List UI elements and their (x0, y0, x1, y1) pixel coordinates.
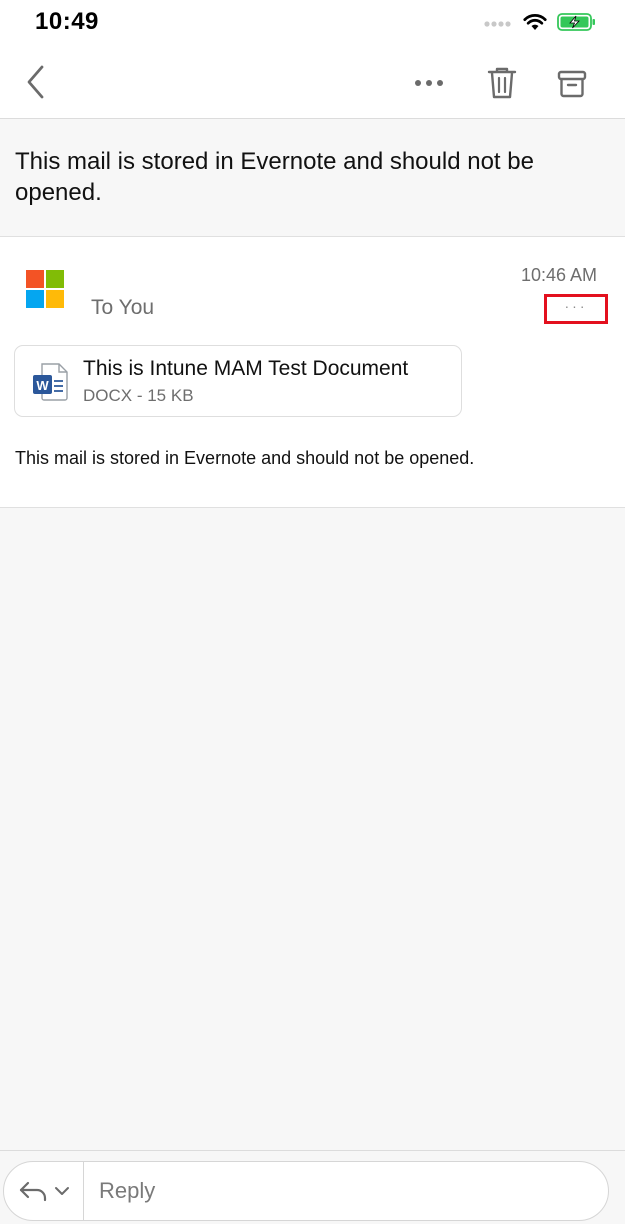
nav-bar (0, 44, 625, 119)
back-chevron-icon (27, 65, 44, 99)
delete-button[interactable] (482, 62, 522, 104)
chevron-down-icon (54, 1187, 69, 1195)
reply-input[interactable]: Reply (99, 1178, 155, 1204)
status-icons (483, 10, 597, 34)
attachment-card[interactable]: W This is Intune MAM Test Document DOCX … (14, 345, 462, 417)
message-time: 10:46 AM (520, 265, 597, 285)
archive-icon (557, 70, 587, 98)
status-bar: 10:49 (0, 0, 625, 44)
more-horizontal-icon (415, 80, 443, 86)
ellipsis-icon: ··· (564, 298, 588, 314)
mail-subject: This mail is stored in Evernote and shou… (15, 148, 534, 206)
message-body: This mail is stored in Evernote and shou… (15, 448, 475, 468)
microsoft-logo (26, 270, 64, 308)
reply-pill: Reply (3, 1161, 609, 1221)
reply-icon (19, 1181, 46, 1202)
back-button[interactable] (18, 62, 52, 102)
status-time: 10:49 (35, 8, 99, 35)
signal-icon (484, 21, 511, 27)
reply-bar: Reply (0, 1150, 625, 1224)
archive-button[interactable] (552, 64, 592, 104)
attachment-meta: DOCX - 15 KB (83, 386, 194, 405)
svg-text:W: W (36, 378, 49, 393)
wifi-icon (523, 14, 547, 30)
more-options-button[interactable] (408, 66, 450, 100)
message-more-button[interactable]: ··· (544, 294, 608, 324)
message-card: To You 10:46 AM W This is Intune MAM Tes… (0, 237, 625, 508)
reply-options-button[interactable] (4, 1162, 84, 1220)
attachment-name: This is Intune MAM Test Document (83, 357, 409, 380)
battery-charging-icon (557, 13, 595, 31)
trash-icon (487, 67, 517, 99)
subject-header: This mail is stored in Evernote and shou… (0, 120, 625, 237)
word-doc-icon: W (33, 363, 68, 401)
recipient-line[interactable]: To You (91, 296, 154, 320)
